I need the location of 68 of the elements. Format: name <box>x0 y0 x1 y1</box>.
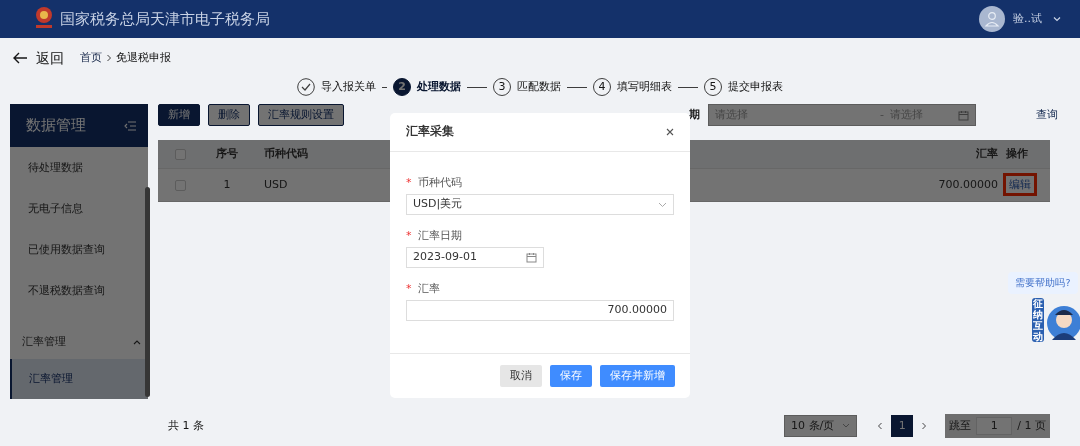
edit-link[interactable]: 编辑 <box>1006 175 1034 193</box>
range-separator: - <box>880 106 884 123</box>
page-number-field[interactable]: 1 <box>976 417 1013 435</box>
close-icon[interactable] <box>666 128 674 136</box>
date-field[interactable]: 2023-09-01 <box>406 247 544 268</box>
cancel-button[interactable]: 取消 <box>500 365 542 387</box>
page-size-value: 10 条/页 <box>791 417 835 434</box>
calendar-icon <box>526 252 537 263</box>
chevron-down-icon[interactable] <box>1052 14 1062 24</box>
filter-label: 期 <box>689 106 700 123</box>
jump-label: 跳至 <box>949 417 972 434</box>
sidebar-item[interactable]: 已使用数据查询 <box>10 229 148 270</box>
scrollbar[interactable] <box>145 187 150 397</box>
page-size-select[interactable]: 10 条/页 <box>784 415 858 437</box>
table-cell: USD <box>264 177 288 191</box>
chevron-left-icon <box>877 422 884 430</box>
user-avatar-icon[interactable] <box>979 6 1005 32</box>
toolbar-button[interactable]: 删除 <box>208 104 250 126</box>
step-number: 2 <box>393 78 411 96</box>
currency-select[interactable]: USD|美元 <box>406 194 674 215</box>
page-total: / 1 页 <box>1017 417 1046 434</box>
user-name[interactable]: 验..试 <box>1013 10 1042 28</box>
chevron-down-icon <box>658 201 667 208</box>
query-link[interactable]: 查询 <box>1036 106 1058 124</box>
required-mark: * <box>406 280 412 297</box>
field-label: 币种代码 <box>417 174 462 191</box>
table-cell: 1 <box>223 177 231 191</box>
help-bubble[interactable]: 需要帮助吗? <box>1008 272 1078 294</box>
column-header: 序号 <box>216 147 238 160</box>
save-button[interactable]: 保存 <box>550 365 592 387</box>
step-label[interactable]: 填写明细表 <box>617 78 672 96</box>
field-label: 汇率日期 <box>417 227 462 244</box>
chevron-down-icon <box>842 423 851 429</box>
chevron-right-icon <box>921 422 928 430</box>
breadcrumb-chevron-icon <box>106 54 112 62</box>
rate-field[interactable]: 700.00000 <box>406 300 674 321</box>
total-count: 共 1 条 <box>168 417 204 434</box>
column-header: 汇率 <box>976 147 998 160</box>
sidebar-item[interactable]: 无电子信息 <box>10 188 148 229</box>
step-label[interactable]: 提交申报表 <box>728 78 783 96</box>
breadcrumb-link[interactable]: 首页 <box>80 50 102 66</box>
toolbar-button[interactable]: 新增 <box>158 104 200 126</box>
save-button[interactable]: 保存并新增 <box>600 365 675 387</box>
dialog-title: 汇率采集 <box>406 123 454 141</box>
page-button[interactable]: 1 <box>891 415 914 437</box>
breadcrumb-current: 免退税申报 <box>116 50 171 66</box>
table-cell: 700.00000 <box>938 177 998 191</box>
sidebar-group-label[interactable]: 汇率管理 <box>22 334 66 350</box>
step-label[interactable]: 处理数据 <box>417 78 461 96</box>
sidebar-item[interactable]: 待处理数据 <box>10 147 148 188</box>
required-mark: * <box>406 174 412 191</box>
calendar-icon <box>958 109 969 121</box>
required-mark: * <box>406 227 412 244</box>
field-label: 汇率 <box>417 280 440 297</box>
back-arrow-icon <box>12 52 28 64</box>
step-label[interactable]: 导入报关单 <box>321 78 376 96</box>
toolbar-button[interactable]: 汇率规则设置 <box>258 104 344 126</box>
sidebar-title: 数据管理 <box>26 115 86 137</box>
sidebar-item[interactable]: 不退税数据查询 <box>10 270 148 311</box>
back-link[interactable]: 返回 <box>12 47 64 69</box>
collapse-menu-icon[interactable] <box>124 120 136 131</box>
chevron-up-icon[interactable] <box>132 338 142 346</box>
mascot-label: 征纳互动 <box>1032 298 1044 342</box>
step-label[interactable]: 匹配数据 <box>517 78 561 96</box>
site-title: 国家税务总局天津市电子税务局 <box>60 8 270 30</box>
column-header: 币种代码 <box>264 147 308 160</box>
column-header: 操作 <box>1006 147 1028 160</box>
sidebar-item[interactable]: 汇率管理 <box>10 359 148 399</box>
